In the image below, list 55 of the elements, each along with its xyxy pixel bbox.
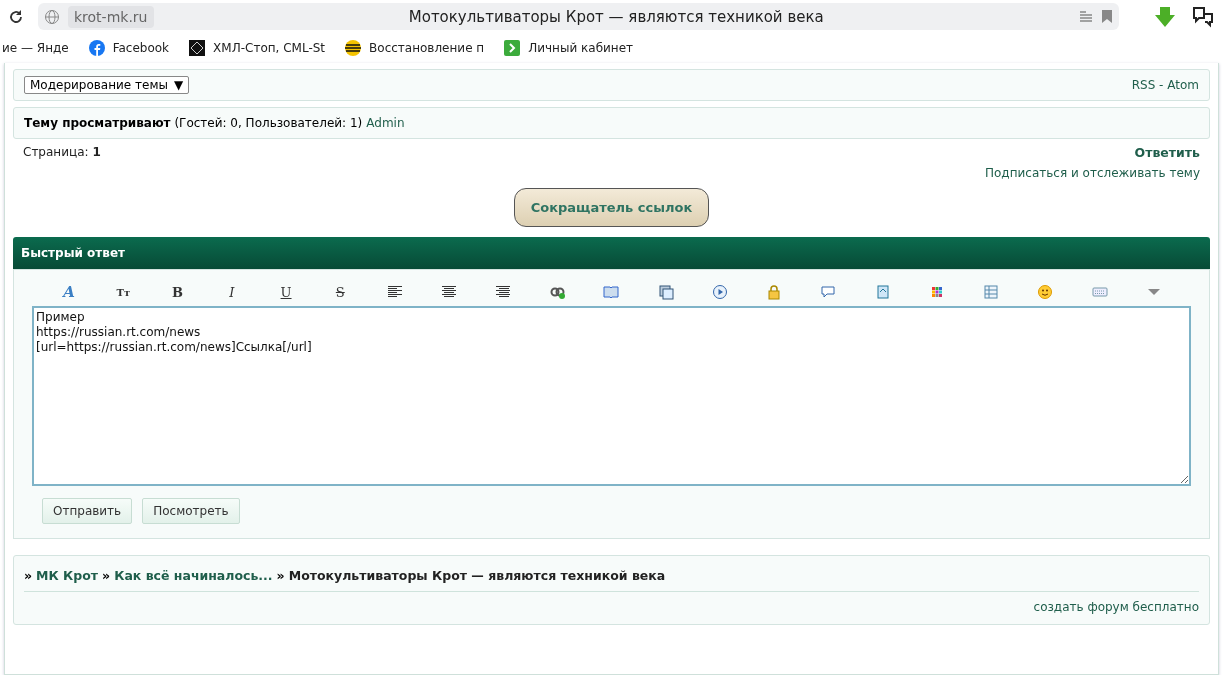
lock-icon	[766, 284, 783, 300]
bookmark-link[interactable]: ХМЛ-Стоп, CML-St	[189, 40, 326, 56]
bookmark-link[interactable]: Личный кабинет	[504, 40, 634, 56]
align-icon	[496, 286, 510, 298]
reload-icon[interactable]	[8, 8, 24, 25]
breadcrumb-link[interactable]: Как всё начиналось...	[114, 568, 273, 583]
format-button[interactable]: U	[276, 282, 297, 302]
table-icon	[983, 284, 1000, 300]
breadcrumb-current: Мотокультиваторы Крот — являются техникой века	[288, 568, 666, 583]
format-button[interactable]: B	[167, 282, 188, 302]
reply-link[interactable]: Ответить	[1134, 145, 1200, 160]
speech-bubble-icon	[820, 284, 837, 300]
form-button[interactable]: Отправить	[42, 498, 133, 524]
book-icon	[603, 284, 620, 300]
play-icon	[711, 284, 728, 300]
format-button[interactable]: A	[59, 282, 80, 302]
viewers-text: Тему просматривают (Гостей: 0, Пользователей: 1)	[24, 116, 363, 130]
reader-icon[interactable]	[1079, 9, 1093, 24]
bookmark-link[interactable]: ие — Янде	[2, 41, 69, 55]
message-textarea[interactable]: Пример https://russian.rt.com/news [url=https://russian.rt.com/news]Ссылка[/url]	[32, 306, 1191, 486]
form-button[interactable]: Посмотреть	[142, 498, 240, 524]
facebook-icon	[88, 40, 105, 56]
link-shortener-button[interactable]: Сокращатель ссылок	[513, 188, 710, 227]
breadcrumb-separator: »	[24, 568, 33, 583]
keyboard-icon	[1091, 284, 1108, 300]
address-bar[interactable]: krot-mk.ru Мотокультиваторы Крот — являются техникой века	[38, 3, 1119, 30]
download-arrow-icon[interactable]	[1153, 4, 1177, 29]
diamond-logo-icon	[189, 40, 206, 56]
smiley-icon	[1037, 284, 1054, 300]
create-forum-link[interactable]: создать форум бесплатно	[1033, 600, 1199, 614]
bookmark-icon[interactable]	[1101, 9, 1113, 24]
breadcrumb-link[interactable]: МК Крот	[36, 568, 99, 583]
format-button[interactable]: Tт	[113, 282, 134, 302]
domain-label: krot-mk.ru	[68, 5, 154, 28]
page-number: Страница: 1	[23, 145, 101, 161]
window-icon	[657, 284, 674, 300]
bookmark-link[interactable]: Восстановление п	[345, 40, 485, 56]
moderation-select[interactable]: Модерирование темы ▼	[24, 76, 190, 94]
chat-bubbles-icon[interactable]	[1191, 4, 1215, 29]
chevron-icon	[504, 40, 521, 56]
document-icon	[874, 284, 891, 300]
page-title: Мотокультиваторы Крот — являются техникой века	[407, 7, 825, 26]
breadcrumb-separator: »	[102, 568, 111, 583]
align-icon	[387, 286, 402, 298]
format-button[interactable]: S	[330, 282, 351, 302]
format-button[interactable]: I	[221, 282, 242, 302]
quick-reply-header: Быстрый ответ	[13, 237, 1210, 269]
subscribe-link[interactable]: Подписаться и отслеживать тему	[985, 166, 1200, 180]
striped-ball-icon	[345, 40, 362, 56]
globe-icon	[44, 8, 60, 25]
rss-atom-link[interactable]: RSS - Atom	[1131, 78, 1199, 92]
breadcrumb-separator: »	[276, 568, 285, 583]
align-icon	[441, 286, 456, 298]
user-link[interactable]: Admin	[366, 116, 405, 130]
bookmark-link[interactable]: Facebook	[88, 40, 170, 56]
